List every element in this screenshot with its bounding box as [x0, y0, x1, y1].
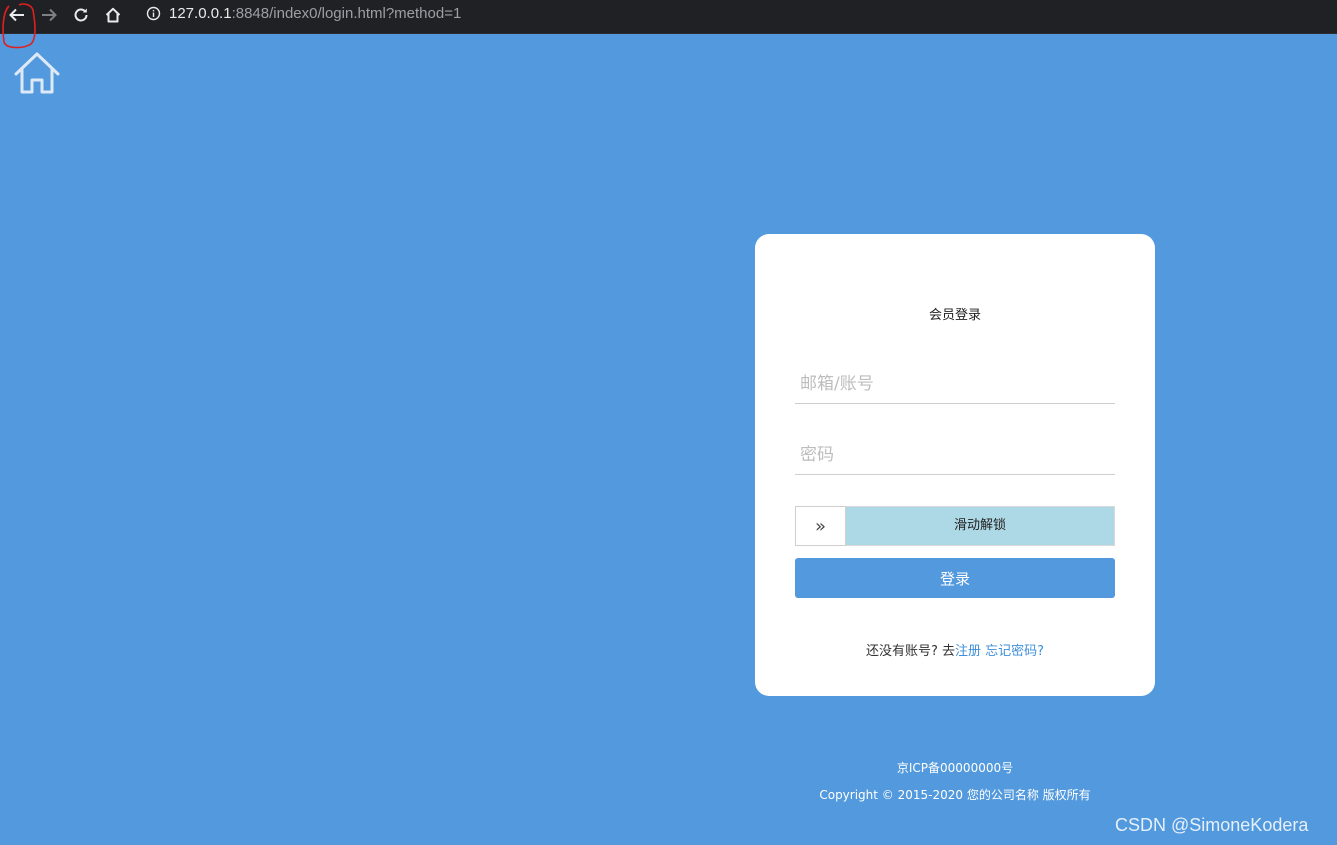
- login-title: 会员登录: [928, 308, 981, 323]
- double-chevron-right-icon: »: [814, 515, 826, 537]
- slide-unlock-track[interactable]: » 滑动解锁: [795, 506, 1115, 546]
- url-host: 127.0.0.1: [169, 5, 232, 22]
- register-link[interactable]: 注册: [955, 644, 981, 659]
- forward-arrow-icon: [42, 8, 57, 22]
- account-input[interactable]: [795, 364, 1115, 404]
- home-button[interactable]: [101, 4, 125, 26]
- home-outline-icon: [14, 52, 60, 94]
- login-card: 会员登录 » 滑动解锁 登录 还没有账号? 去注册 忘记密码?: [755, 234, 1155, 696]
- home-link[interactable]: [13, 50, 61, 96]
- login-button[interactable]: 登录: [795, 558, 1115, 598]
- password-input[interactable]: [795, 435, 1115, 475]
- info-icon[interactable]: [146, 6, 161, 21]
- account-links: 还没有账号? 去注册 忘记密码?: [755, 640, 1155, 659]
- copyright-text: Copyright © 2015-2020 您的公司名称 版权所有: [819, 788, 1091, 802]
- no-account-text: 还没有账号? 去: [865, 644, 955, 659]
- watermark: CSDN @SimoneKodera: [1115, 815, 1309, 835]
- slide-unlock-label: 滑动解锁: [953, 518, 1006, 533]
- reload-icon: [74, 8, 88, 22]
- back-arrow-icon: [9, 8, 24, 22]
- forgot-password-link[interactable]: 忘记密码?: [985, 644, 1044, 659]
- reload-button[interactable]: [69, 4, 93, 26]
- url-path: :8848/index0/login.html?method=1: [231, 5, 462, 22]
- browser-toolbar: 127.0.0.1:8848/index0/login.html?method=…: [0, 0, 1337, 34]
- slide-unlock-handle[interactable]: »: [795, 506, 846, 546]
- back-button[interactable]: [5, 4, 29, 26]
- home-icon: [105, 7, 121, 23]
- icp-license: 京ICP备00000000号: [896, 761, 1014, 775]
- url-text[interactable]: 127.0.0.1:8848/index0/login.html?method=…: [169, 5, 461, 23]
- forward-button[interactable]: [37, 4, 61, 26]
